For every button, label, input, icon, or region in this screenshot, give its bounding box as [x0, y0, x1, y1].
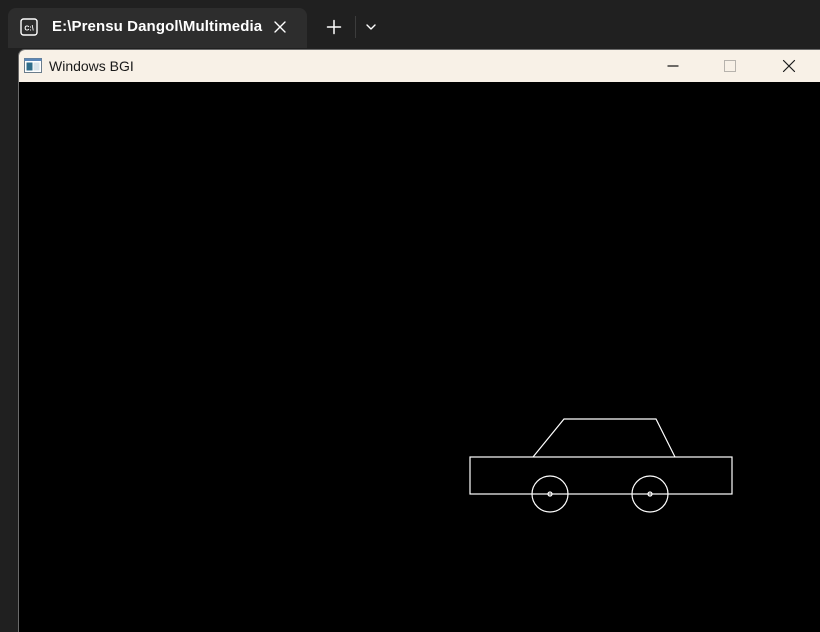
close-icon — [782, 59, 796, 73]
bgi-window: Windows BGI — [18, 49, 820, 632]
tab-terminal[interactable]: C:\ E:\Prensu Dangol\Multimedia — [8, 8, 307, 48]
terminal-tab-bar: C:\ E:\Prensu Dangol\Multimedia — [0, 0, 820, 48]
minimize-button[interactable] — [650, 50, 696, 82]
plus-icon — [326, 19, 342, 35]
tab-divider — [355, 16, 356, 38]
maximize-icon — [724, 60, 736, 72]
bgi-title-bar[interactable]: Windows BGI — [19, 50, 820, 82]
maximize-button[interactable] — [707, 50, 753, 82]
svg-text:C:\: C:\ — [24, 26, 33, 33]
new-tab-button[interactable] — [318, 11, 350, 43]
window-app-icon — [24, 58, 42, 73]
close-button[interactable] — [766, 50, 812, 82]
tab-title: E:\Prensu Dangol\Multimedia — [52, 18, 263, 35]
minimize-icon — [667, 65, 679, 67]
console-icon: C:\ — [20, 18, 38, 36]
window-title: Windows BGI — [49, 58, 134, 74]
car-drawing — [469, 418, 733, 513]
graphics-canvas — [19, 82, 820, 632]
tab-dropdown-button[interactable] — [357, 11, 385, 43]
chevron-down-icon — [366, 24, 376, 30]
car-roof — [532, 418, 676, 458]
car-body — [469, 456, 733, 495]
close-icon[interactable] — [272, 19, 288, 35]
